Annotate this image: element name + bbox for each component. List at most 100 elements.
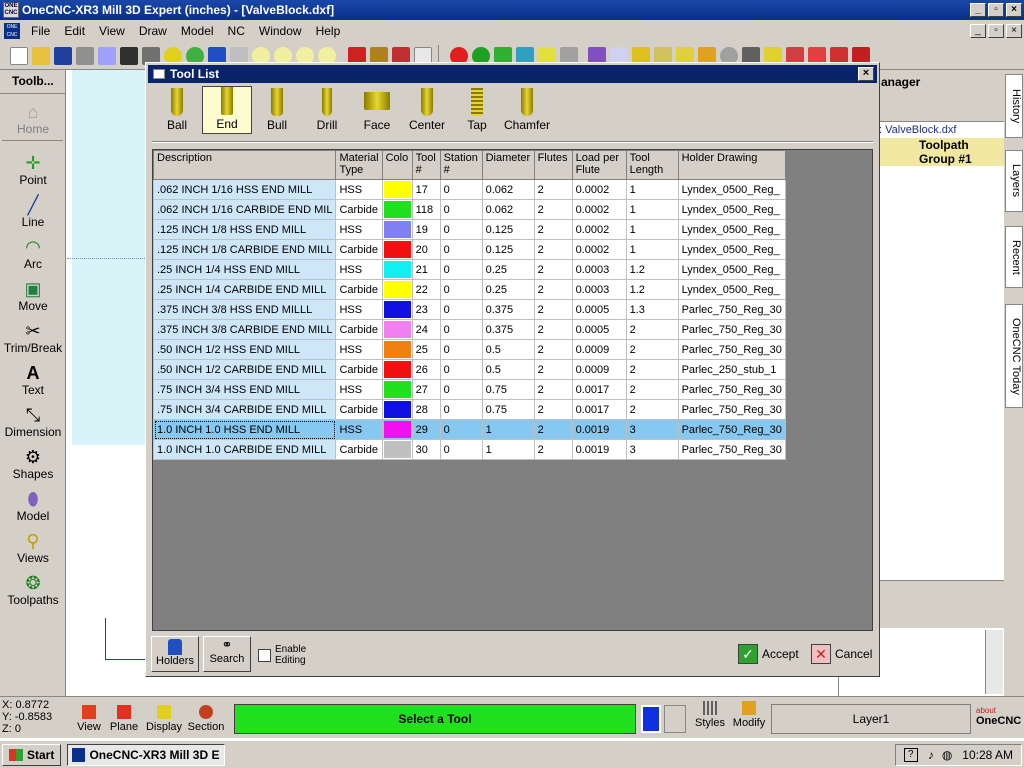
doc-minimize-button[interactable]: _: [970, 24, 986, 38]
cell-tool-length[interactable]: 1: [625, 199, 679, 220]
current-color-swatch[interactable]: [641, 705, 661, 733]
cell-diameter[interactable]: 0.125: [481, 219, 535, 240]
cell-description[interactable]: .50 INCH 1/2 CARBIDE END MILL: [152, 359, 337, 380]
cell-material[interactable]: HSS: [335, 219, 383, 240]
table-row[interactable]: .25 INCH 1/4 HSS END MILL HSS 21 0 0.25 2 0.00…: [152, 259, 786, 280]
cell-load-per-flute[interactable]: 0.0003: [571, 259, 627, 280]
save-icon[interactable]: [54, 46, 72, 65]
cell-station[interactable]: 0: [439, 259, 483, 280]
taskbar-app-button[interactable]: OneCNC-XR3 Mill 3D E...: [67, 743, 226, 766]
cell-tool-number[interactable]: 118: [411, 199, 441, 220]
cell-diameter[interactable]: 0.062: [481, 199, 535, 220]
cell-tool-number[interactable]: 26: [411, 359, 441, 380]
cell-description[interactable]: .375 INCH 3/8 HSS END MILLL: [152, 299, 337, 320]
new-file-icon[interactable]: [10, 46, 28, 65]
cancel-button[interactable]: ✕ Cancel: [811, 643, 872, 665]
cell-material[interactable]: Carbide: [335, 239, 383, 260]
table-row[interactable]: .75 INCH 3/4 HSS END MILL HSS 27 0 0.75 2 0.00…: [152, 379, 786, 400]
cell-tool-length[interactable]: 2: [625, 319, 679, 340]
col-material-type[interactable]: Material Type: [335, 150, 383, 180]
table-row[interactable]: .125 INCH 1/8 HSS END MILL HSS 19 0 0.125 2 0.…: [152, 219, 786, 240]
menu-nc[interactable]: NC: [221, 20, 252, 42]
cell-description[interactable]: .125 INCH 1/8 CARBIDE END MILL: [152, 239, 337, 260]
cell-load-per-flute[interactable]: 0.0017: [571, 399, 627, 420]
tool-type-chamfer[interactable]: Chamfer: [502, 86, 552, 134]
cell-flutes[interactable]: 2: [533, 379, 573, 400]
cell-material[interactable]: HSS: [335, 419, 383, 440]
minimize-button[interactable]: _: [970, 3, 986, 17]
cell-tool-number[interactable]: 25: [411, 339, 441, 360]
cell-color[interactable]: [381, 199, 413, 220]
enable-editing-checkbox[interactable]: [258, 648, 271, 662]
cell-flutes[interactable]: 2: [533, 259, 573, 280]
cell-flutes[interactable]: 2: [533, 179, 573, 200]
cell-load-per-flute[interactable]: 0.0009: [571, 359, 627, 380]
cell-tool-length[interactable]: 1: [625, 219, 679, 240]
cell-station[interactable]: 0: [439, 359, 483, 380]
cell-tool-number[interactable]: 23: [411, 299, 441, 320]
toolbox-toolpaths-button[interactable]: ❂ Toolpaths: [2, 565, 64, 607]
col-holder-drawing[interactable]: Holder Drawing: [677, 150, 786, 180]
cell-color[interactable]: [381, 179, 413, 200]
toolpath-group-item[interactable]: Toolpath Group #1: [879, 138, 1004, 166]
cell-color[interactable]: [381, 259, 413, 280]
cell-diameter[interactable]: 0.5: [481, 359, 535, 380]
cell-color[interactable]: [381, 359, 413, 380]
maximize-button[interactable]: ▫: [988, 3, 1004, 17]
cell-tool-length[interactable]: 2: [625, 339, 679, 360]
cell-flutes[interactable]: 2: [533, 219, 573, 240]
cell-diameter[interactable]: 0.25: [481, 259, 535, 280]
dialog-close-button[interactable]: ×: [858, 67, 874, 81]
section-button[interactable]: Section: [184, 705, 228, 733]
cell-flutes[interactable]: 2: [533, 439, 573, 460]
cell-load-per-flute[interactable]: 0.0002: [571, 179, 627, 200]
tool-type-drill[interactable]: Drill: [302, 86, 352, 134]
table-row[interactable]: .375 INCH 3/8 CARBIDE END MILL Carbide 24 0…: [152, 319, 786, 340]
cell-station[interactable]: 0: [439, 439, 483, 460]
cell-description[interactable]: .75 INCH 3/4 HSS END MILL: [152, 379, 337, 400]
toolbox-trim-break-button[interactable]: ✂ Trim/Break: [2, 313, 64, 355]
cell-tool-length[interactable]: 3: [625, 439, 679, 460]
cell-description[interactable]: .375 INCH 3/8 CARBIDE END MILL: [152, 319, 337, 340]
layer-selector[interactable]: Layer1: [771, 704, 971, 734]
col-tool-number[interactable]: Tool #: [411, 150, 441, 180]
tool-type-end[interactable]: End: [202, 86, 252, 134]
cell-station[interactable]: 0: [439, 379, 483, 400]
cell-tool-length[interactable]: 3: [625, 419, 679, 440]
volume-tray-icon[interactable]: ♪: [928, 748, 934, 762]
cell-material[interactable]: Carbide: [335, 319, 383, 340]
cell-holder-drawing[interactable]: Parlec_750_Reg_30: [677, 379, 786, 400]
cell-tool-number[interactable]: 20: [411, 239, 441, 260]
cell-diameter[interactable]: 0.375: [481, 319, 535, 340]
cell-holder-drawing[interactable]: Lyndex_0500_Reg_: [677, 199, 786, 220]
start-button[interactable]: Start: [2, 743, 62, 766]
cell-flutes[interactable]: 2: [533, 399, 573, 420]
cell-load-per-flute[interactable]: 0.0005: [571, 319, 627, 340]
cell-tool-length[interactable]: 1.2: [625, 259, 679, 280]
cell-station[interactable]: 0: [439, 239, 483, 260]
cell-station[interactable]: 0: [439, 399, 483, 420]
cell-color[interactable]: [381, 439, 413, 460]
cell-color[interactable]: [381, 319, 413, 340]
menu-help[interactable]: Help: [309, 20, 348, 42]
plane-button[interactable]: Plane: [104, 705, 144, 733]
display-button[interactable]: Display: [144, 705, 184, 733]
cell-load-per-flute[interactable]: 0.0019: [571, 439, 627, 460]
cell-tool-number[interactable]: 29: [411, 419, 441, 440]
cell-diameter[interactable]: 0.125: [481, 239, 535, 260]
cell-tool-length[interactable]: 1: [625, 179, 679, 200]
menu-file[interactable]: File: [24, 20, 57, 42]
undo-icon[interactable]: [120, 46, 138, 65]
menu-draw[interactable]: Draw: [132, 20, 174, 42]
menu-window[interactable]: Window: [252, 20, 309, 42]
cell-holder-drawing[interactable]: Parlec_750_Reg_30: [677, 319, 786, 340]
table-row[interactable]: .50 INCH 1/2 CARBIDE END MILL Carbide 26 0 0…: [152, 359, 786, 380]
cell-color[interactable]: [381, 219, 413, 240]
cell-material[interactable]: Carbide: [335, 199, 383, 220]
doc-close-button[interactable]: ×: [1006, 24, 1022, 38]
cell-tool-number[interactable]: 22: [411, 279, 441, 300]
table-row[interactable]: .375 INCH 3/8 HSS END MILLL HSS 23 0 0.375 2 0…: [152, 299, 786, 320]
cell-holder-drawing[interactable]: Lyndex_0500_Reg_: [677, 259, 786, 280]
cell-tool-number[interactable]: 24: [411, 319, 441, 340]
table-row[interactable]: .062 INCH 1/16 CARBIDE END MIL Carbide 118…: [152, 199, 786, 220]
